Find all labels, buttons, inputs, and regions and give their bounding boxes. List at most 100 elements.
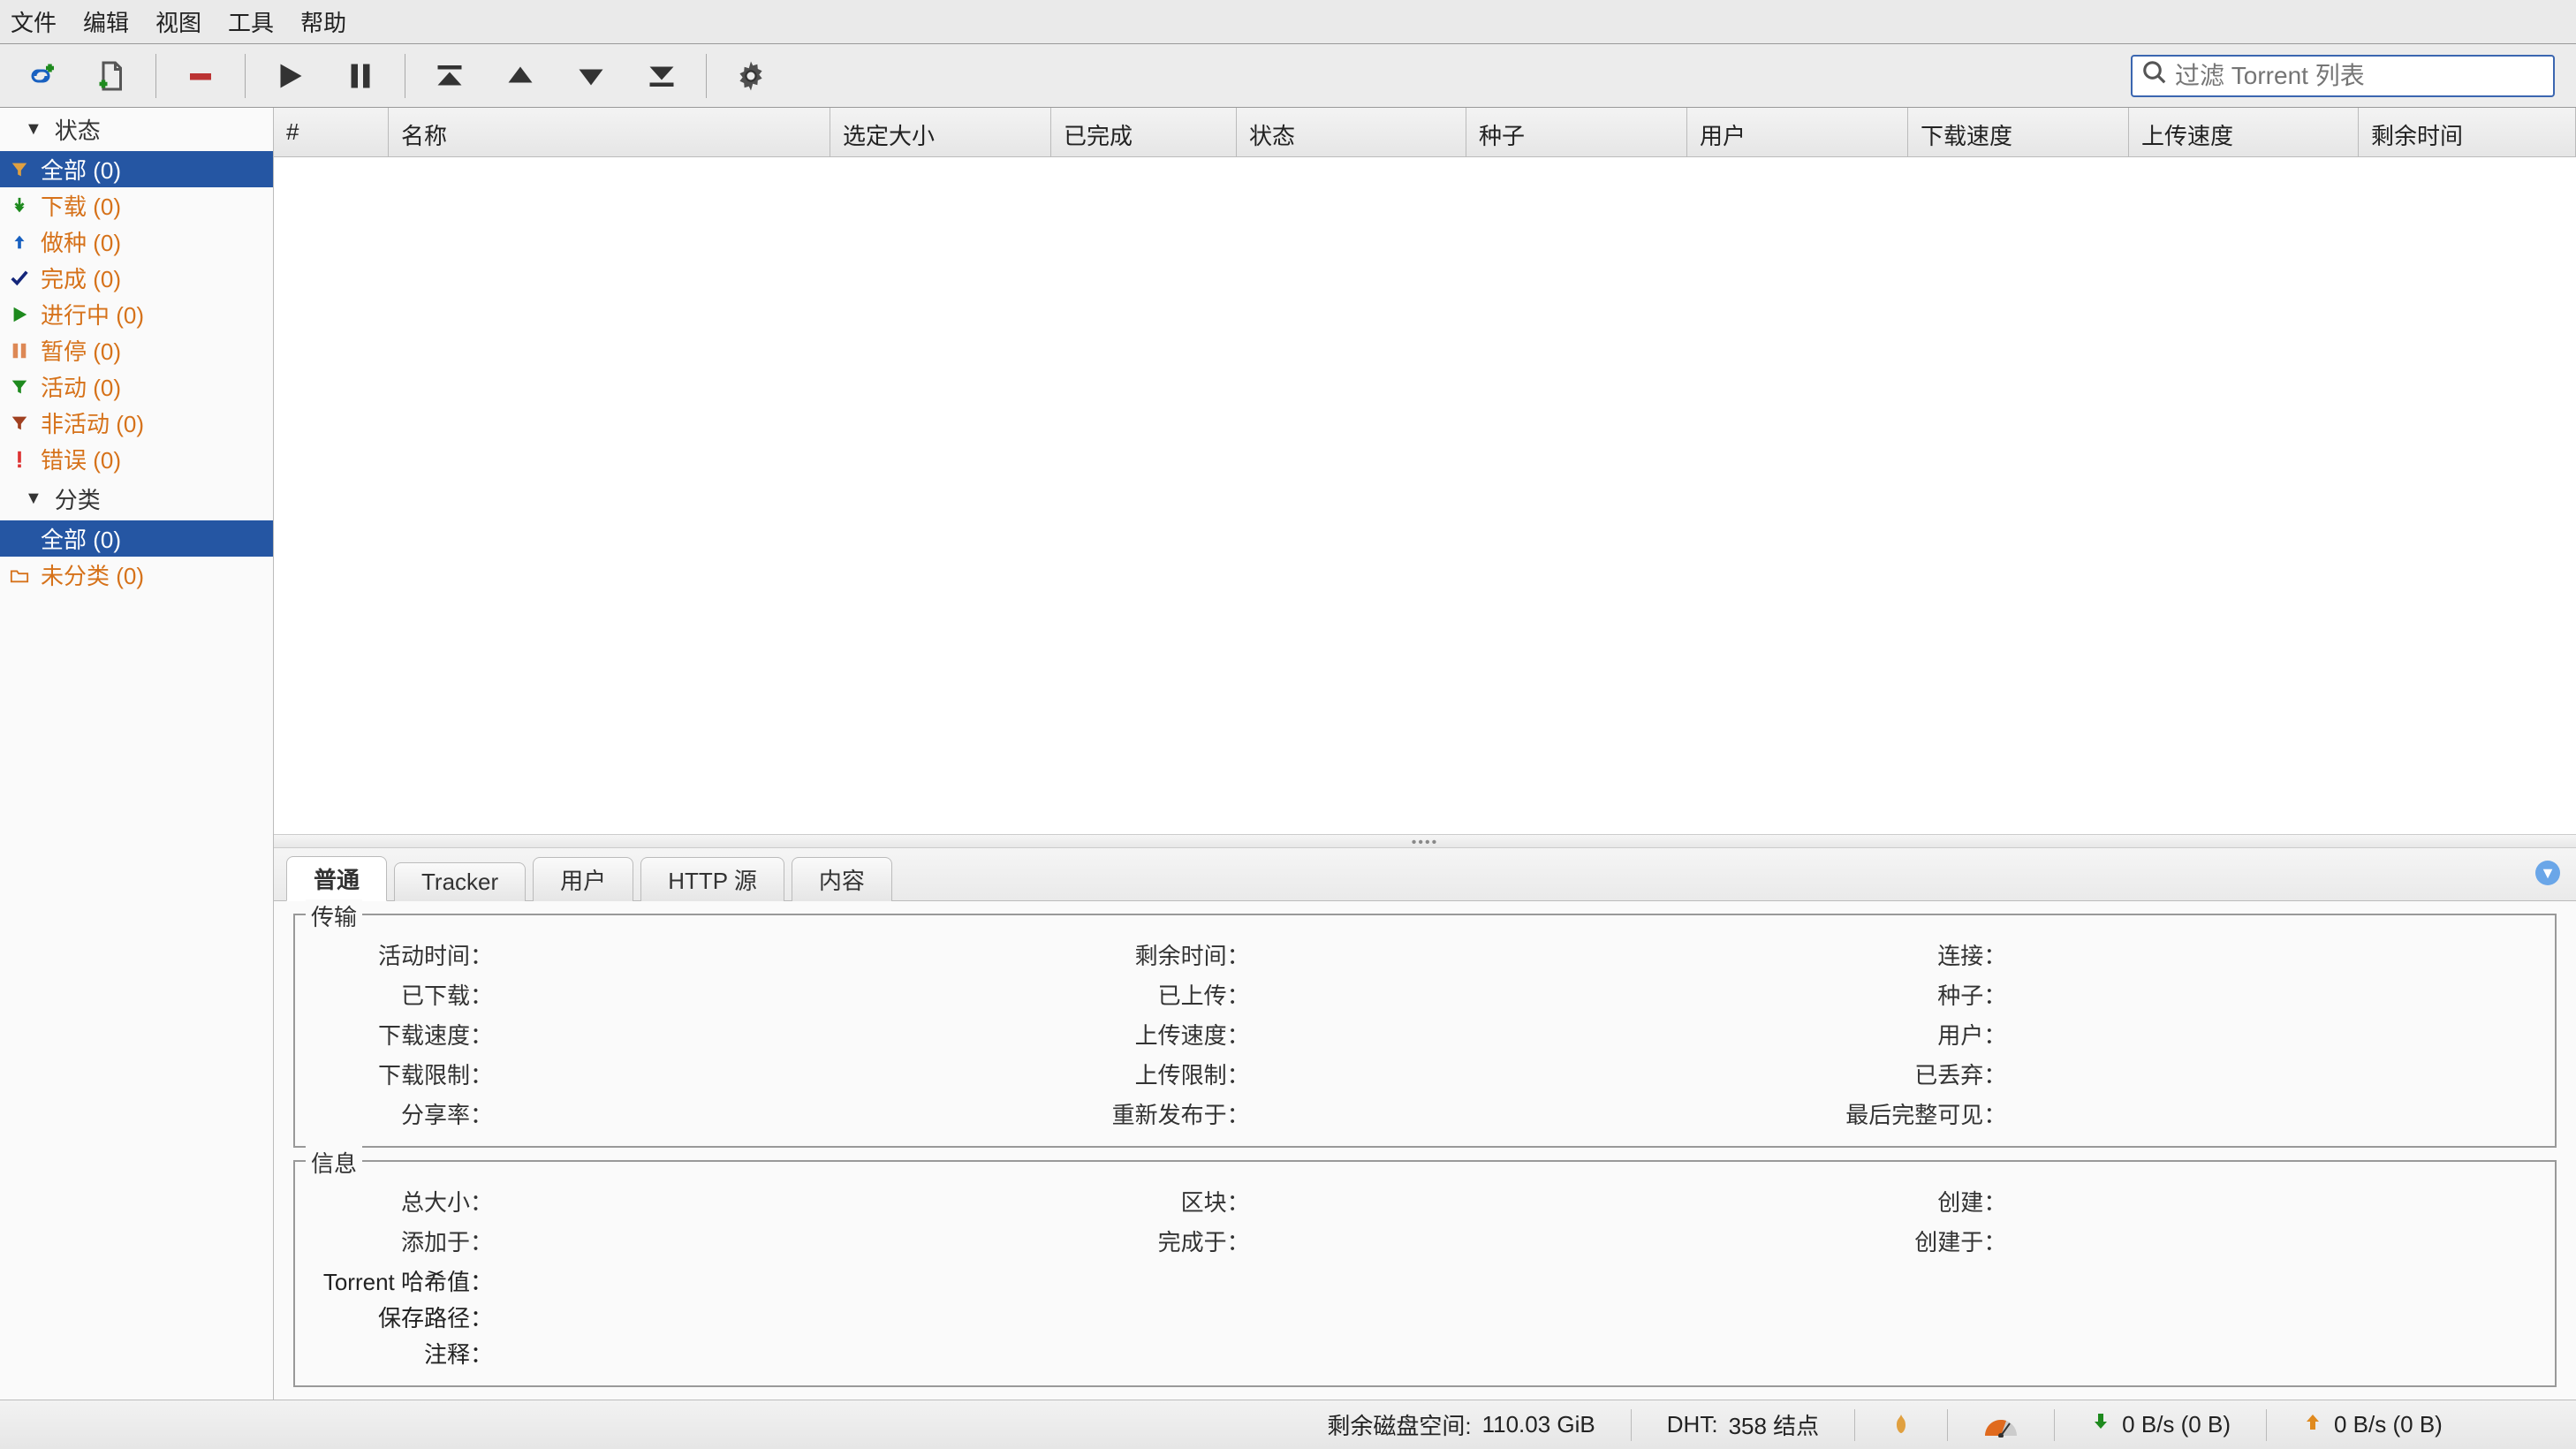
label-seeds: 种子 [1821,978,2006,1011]
filter-input[interactable] [2175,62,2544,90]
splitter[interactable]: •••• [274,834,2576,848]
col-name[interactable]: 名称 [389,108,830,156]
upload-icon [2302,1411,2323,1438]
download-speed-value: 0 B/s (0 B) [2122,1411,2231,1438]
label-savepath: 保存路径 [307,1301,493,1333]
sidebar-status-completed[interactable]: 完成 (0) [0,260,273,296]
sidebar-item-label: 完成 (0) [41,262,121,294]
label-downloaded: 已下载 [307,978,493,1011]
menu-tools[interactable]: 工具 [228,5,274,38]
status-upload-speed[interactable]: 0 B/s (0 B) [2284,1411,2549,1438]
add-torrent-file-button[interactable] [92,57,131,95]
sidebar-header-label: 分类 [55,482,101,515]
check-icon [7,269,32,288]
menu-help[interactable]: 帮助 [300,5,346,38]
move-top-button[interactable] [430,57,469,95]
move-down-button[interactable] [572,57,610,95]
filter-icon [7,160,32,179]
label-connections: 连接 [1821,938,2006,971]
col-seeds[interactable]: 种子 [1466,108,1687,156]
search-icon [2141,59,2168,92]
sidebar-status-seeding[interactable]: 做种 (0) [0,224,273,260]
sidebar-item-label: 全部 (0) [41,522,121,555]
col-status[interactable]: 状态 [1237,108,1466,156]
status-speed-icon[interactable] [1966,1413,2036,1438]
details-panel: 普通 Tracker 用户 HTTP 源 内容 ▼ 传输 活动时间 剩余时间 连… [274,848,2576,1400]
label-pieces: 区块 [1064,1185,1250,1218]
sidebar-header-category[interactable]: ▼ 分类 [0,477,273,520]
label-uploaded: 已上传 [1064,978,1250,1011]
pause-button[interactable] [341,57,380,95]
label-hash: Torrent 哈希值 [307,1264,493,1297]
settings-button[interactable] [731,57,770,95]
sidebar-status-all[interactable]: 全部 (0) [0,151,273,187]
transfer-legend: 传输 [306,899,362,932]
label-wasted: 已丢弃 [1821,1058,2006,1090]
sidebar-status-downloading[interactable]: 下载 (0) [0,187,273,224]
sidebar-status-inactive[interactable]: 非活动 (0) [0,405,273,441]
col-size[interactable]: 选定大小 [830,108,1051,156]
torrent-table-body[interactable] [274,157,2576,834]
tab-tracker[interactable]: Tracker [394,862,526,901]
sidebar-item-label: 错误 (0) [41,443,121,475]
status-firewall-icon[interactable] [1873,1413,1929,1438]
filter-inactive-icon [7,413,32,433]
upload-speed-value: 0 B/s (0 B) [2334,1411,2443,1438]
sidebar-item-label: 暂停 (0) [41,334,121,367]
start-button[interactable] [270,57,309,95]
dht-label: DHT: [1667,1411,1718,1438]
sidebar-status-error[interactable]: 错误 (0) [0,441,273,477]
sidebar-category-uncategorized[interactable]: 未分类 (0) [0,557,273,593]
sidebar-status-resumed[interactable]: 进行中 (0) [0,296,273,332]
sidebar-header-status[interactable]: ▼ 状态 [0,108,273,151]
diskspace-label: 剩余磁盘空间: [1327,1408,1471,1441]
remove-button[interactable] [181,57,220,95]
col-dlspeed[interactable]: 下载速度 [1908,108,2129,156]
label-dllimit: 下载限制 [307,1058,493,1090]
sidebar-item-label: 做种 (0) [41,225,121,258]
right-pane: # 名称 选定大小 已完成 状态 种子 用户 下载速度 上传速度 剩余时间 ••… [274,108,2576,1400]
sidebar-item-label: 下载 (0) [41,189,121,222]
menu-view[interactable]: 视图 [155,5,201,38]
upload-icon [7,232,32,252]
col-done[interactable]: 已完成 [1051,108,1237,156]
toolbar [0,44,2576,108]
move-up-button[interactable] [501,57,540,95]
status-diskspace: 剩余磁盘空间: 110.03 GiB [1309,1408,1612,1441]
expand-panel-button[interactable]: ▼ [2535,861,2560,885]
label-upspeed: 上传速度 [1064,1018,1250,1051]
folder-open-icon [7,565,32,585]
tab-general[interactable]: 普通 [286,856,387,901]
add-link-button[interactable] [21,57,60,95]
download-icon [7,196,32,216]
diskspace-value: 110.03 GiB [1482,1411,1595,1438]
col-upspeed[interactable]: 上传速度 [2129,108,2359,156]
label-ratio: 分享率 [307,1097,493,1130]
menu-file[interactable]: 文件 [11,5,57,38]
label-eta: 剩余时间 [1064,938,1250,971]
status-download-speed[interactable]: 0 B/s (0 B) [2072,1411,2248,1438]
sidebar-status-active[interactable]: 活动 (0) [0,368,273,405]
tab-http[interactable]: HTTP 源 [640,857,784,901]
sidebar-header-label: 状态 [55,113,101,146]
search-box[interactable] [2131,55,2555,97]
tab-content[interactable]: 内容 [792,857,892,901]
col-eta[interactable]: 剩余时间 [2359,108,2576,156]
menubar: 文件 编辑 视图 工具 帮助 [0,0,2576,44]
label-dlspeed: 下载速度 [307,1018,493,1051]
sidebar-status-paused[interactable]: 暂停 (0) [0,332,273,368]
status-dht: DHT: 358 结点 [1649,1408,1837,1441]
sidebar-category-all[interactable]: 全部 (0) [0,520,273,557]
dht-value: 358 结点 [1729,1408,1820,1441]
pause-icon [7,341,32,360]
info-legend: 信息 [306,1146,362,1179]
col-num[interactable]: # [274,108,389,156]
label-peers: 用户 [1821,1018,2006,1051]
label-createdon: 创建于 [1821,1225,2006,1257]
tab-peers[interactable]: 用户 [533,857,633,901]
menu-edit[interactable]: 编辑 [83,5,129,38]
move-bottom-button[interactable] [642,57,681,95]
chevron-down-icon: ▼ [25,119,42,140]
col-peers[interactable]: 用户 [1687,108,1908,156]
label-createdby: 创建 [1821,1185,2006,1218]
